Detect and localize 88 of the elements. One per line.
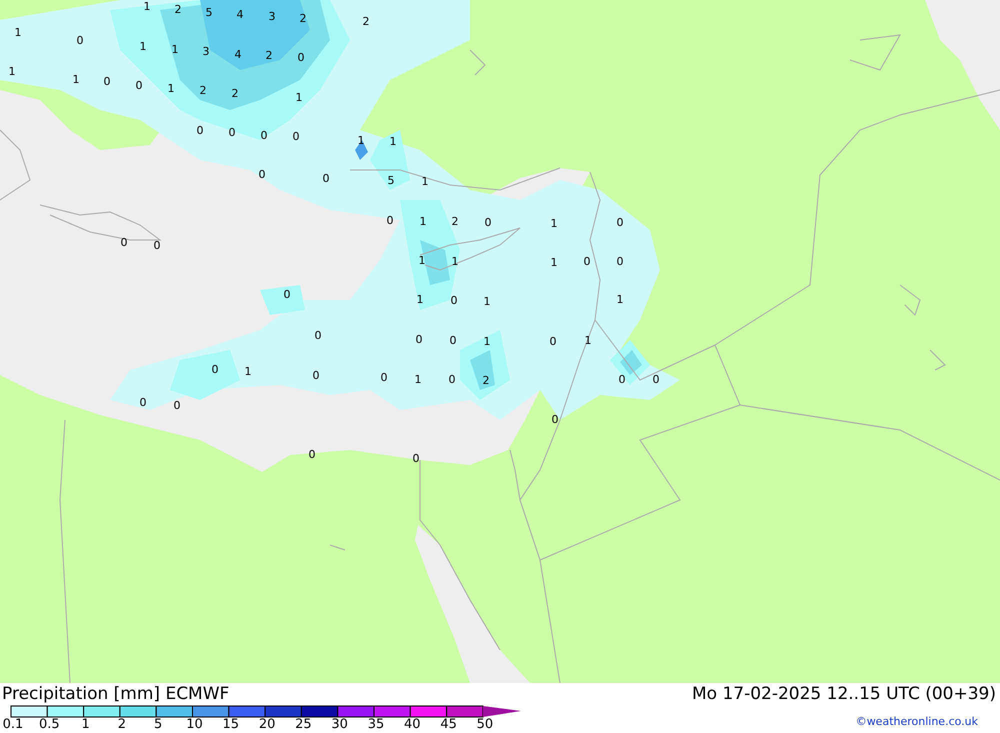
precipitation-value: 1 xyxy=(72,74,80,86)
precipitation-value: 0 xyxy=(616,217,624,229)
precipitation-value: 0 xyxy=(550,336,556,348)
precipitation-value: 0 xyxy=(616,256,624,268)
legend-label: 15 xyxy=(222,718,240,732)
precipitation-value: 0 xyxy=(450,295,458,307)
legend-label: 50 xyxy=(476,718,494,732)
precipitation-value: 1 xyxy=(484,336,490,348)
precipitation-value: 1 xyxy=(14,27,22,39)
precipitation-value: 0 xyxy=(174,400,180,412)
precipitation-value: 1 xyxy=(452,256,458,268)
precipitation-value: 2 xyxy=(300,13,306,25)
legend-label: 35 xyxy=(368,718,384,732)
precipitation-value: 2 xyxy=(482,375,490,387)
precipitation-value: 2 xyxy=(174,4,182,16)
precipitation-value: 1 xyxy=(550,257,558,269)
precipitation-value: 2 xyxy=(266,50,272,62)
precipitation-value: 1 xyxy=(244,366,252,378)
precipitation-value: 0 xyxy=(322,173,330,185)
precipitation-value: 0 xyxy=(412,453,420,465)
credit-link[interactable]: ©weatheronline.co.uk xyxy=(856,715,978,729)
precipitation-value: 1 xyxy=(296,92,302,104)
precipitation-value: 0 xyxy=(314,330,322,342)
precipitation-value: 0 xyxy=(484,217,492,229)
precipitation-value: 0 xyxy=(292,131,300,143)
precipitation-value: 0 xyxy=(154,240,160,252)
legend-label: 0.5 xyxy=(38,718,60,732)
map-title: Precipitation [mm] ECMWF xyxy=(2,683,230,705)
precipitation-value: 5 xyxy=(206,7,212,19)
precipitation-value: 1 xyxy=(172,44,178,56)
precipitation-value: 0 xyxy=(228,127,236,139)
precipitation-value: 0 xyxy=(212,364,218,376)
precipitation-value: 0 xyxy=(140,397,146,409)
legend-label: 40 xyxy=(404,718,421,732)
legend-label: 0.1 xyxy=(2,718,24,732)
precipitation-value: 0 xyxy=(120,237,128,249)
precipitation-value: 4 xyxy=(236,9,244,21)
precipitation-value: 0 xyxy=(298,52,304,64)
precipitation-value: 2 xyxy=(362,16,370,28)
precipitation-value: 0 xyxy=(448,374,456,386)
precipitation-value: 2 xyxy=(232,88,238,100)
precipitation-value: 0 xyxy=(416,334,422,346)
precipitation-value: 0 xyxy=(450,335,456,347)
legend-label: 20 xyxy=(258,718,276,732)
precipitation-value: 1 xyxy=(144,1,150,13)
precipitation-value: 1 xyxy=(168,83,174,95)
valid-time: Mo 17-02-2025 12..15 UTC (00+39) xyxy=(692,683,996,705)
precipitation-value: 1 xyxy=(414,374,422,386)
legend-label: 1 xyxy=(81,718,90,732)
legend-label: 5 xyxy=(154,718,162,732)
precipitation-value: 3 xyxy=(268,11,276,23)
precipitation-value: 1 xyxy=(416,294,424,306)
legend-label: 45 xyxy=(440,718,457,732)
precipitation-value: 0 xyxy=(652,374,660,386)
precipitation-value: 1 xyxy=(8,66,16,78)
precipitation-value: 2 xyxy=(452,216,458,228)
precipitation-value: 0 xyxy=(386,215,394,227)
precipitation-value: 1 xyxy=(418,255,426,267)
precipitation-value: 1 xyxy=(140,41,146,53)
precipitation-value: 0 xyxy=(136,80,142,92)
precipitation-value: 0 xyxy=(584,256,590,268)
precipitation-value: 4 xyxy=(234,49,242,61)
precipitation-value: 1 xyxy=(484,296,490,308)
precipitation-value: 0 xyxy=(76,35,84,47)
precipitation-value: 1 xyxy=(390,136,396,148)
precipitation-value: 0 xyxy=(196,125,204,137)
precipitation-value: 3 xyxy=(202,46,210,58)
legend-label: 30 xyxy=(331,718,348,732)
precipitation-value: 0 xyxy=(618,374,626,386)
precipitation-value: 1 xyxy=(584,335,592,347)
precipitation-value: 0 xyxy=(258,169,266,181)
precipitation-value: 2 xyxy=(200,85,206,97)
legend-label: 10 xyxy=(186,718,203,732)
precipitation-value: 0 xyxy=(260,130,268,142)
precipitation-value: 0 xyxy=(104,76,110,88)
precipitation-value: 5 xyxy=(388,175,394,187)
legend-label: 2 xyxy=(118,718,126,732)
precipitation-value: 1 xyxy=(358,135,364,147)
precipitation-value: 1 xyxy=(550,218,558,230)
precipitation-value: 0 xyxy=(312,370,320,382)
precipitation-value: 0 xyxy=(284,289,290,301)
precipitation-value: 1 xyxy=(420,216,426,228)
precipitation-value: 1 xyxy=(422,176,428,188)
precipitation-value: 1 xyxy=(616,294,624,306)
legend-label: 25 xyxy=(295,718,312,732)
precipitation-value: 0 xyxy=(308,449,316,461)
precipitation-value: 0 xyxy=(552,414,558,426)
precipitation-value: 0 xyxy=(380,372,388,384)
